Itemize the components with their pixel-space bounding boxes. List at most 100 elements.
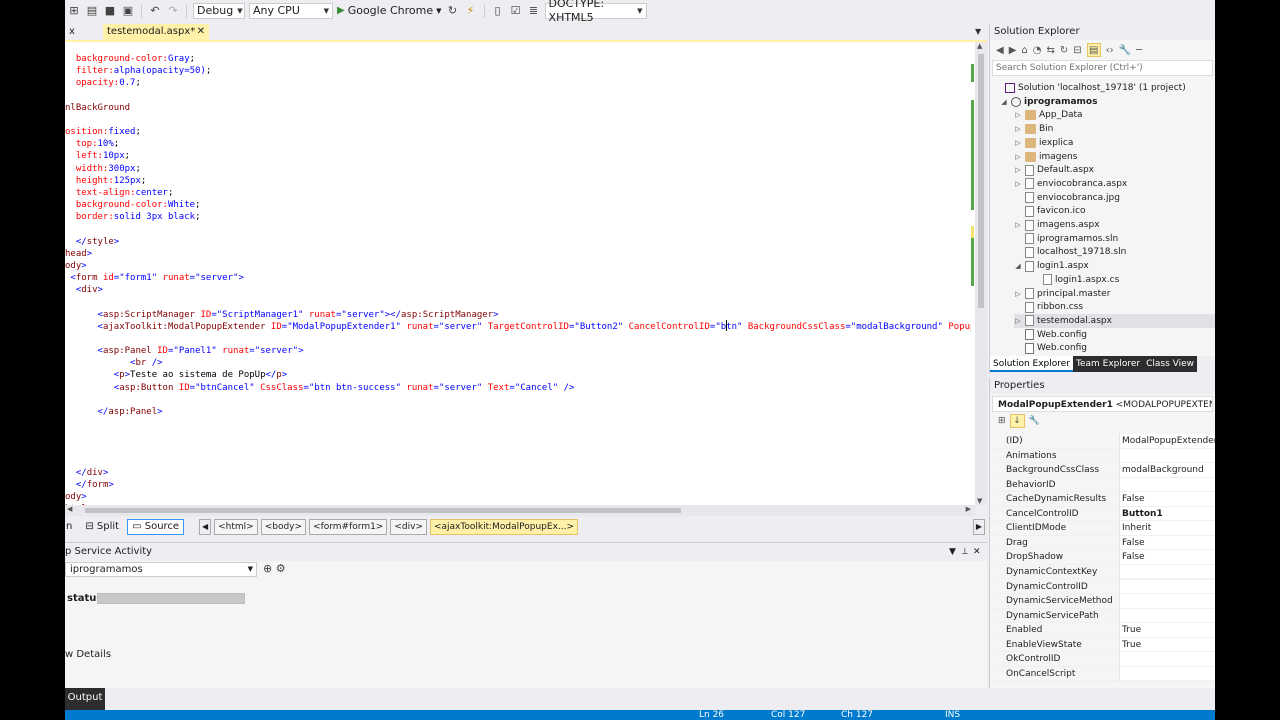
configuration-select[interactable]: Debug ▼ [193, 2, 245, 19]
expand-toggle-icon[interactable]: ▷ [1014, 218, 1022, 232]
property-row[interactable]: DropShadow False [990, 550, 1215, 565]
properties-icon[interactable]: 🔧 [1119, 45, 1131, 56]
home-icon[interactable]: ⌂ [1021, 45, 1027, 56]
redo-icon[interactable]: ↷ [166, 4, 180, 18]
property-row[interactable]: DynamicContextKey [990, 564, 1215, 580]
tab-output[interactable]: Output [65, 688, 105, 708]
property-row[interactable]: BackgroundCssClass modalBackground [990, 463, 1215, 478]
property-value[interactable]: ModalPopupExtender1 [1120, 434, 1215, 449]
save-icon[interactable]: ■ [103, 4, 117, 18]
tree-item[interactable]: login1.aspx.cs [1032, 273, 1119, 287]
project-select[interactable]: iprogramamos ▼ [65, 562, 257, 577]
property-value[interactable] [1120, 448, 1215, 464]
tree-item[interactable]: enviocobranca.jpg [1014, 191, 1120, 205]
property-value[interactable]: False [1120, 492, 1215, 507]
breadcrumb-div[interactable]: <div> [390, 519, 427, 535]
tree-item[interactable]: Web.config [1014, 341, 1087, 355]
preview-icon[interactable]: ─ [1136, 45, 1142, 56]
scroll-right-icon[interactable]: ▶ [966, 505, 971, 513]
tree-item[interactable]: favicon.ico [1014, 204, 1086, 218]
source-view-button[interactable]: ▭ Source [127, 519, 185, 535]
tab-previous-document[interactable]: x [65, 24, 79, 40]
tree-item[interactable]: iprogramamos.sln [1014, 232, 1118, 246]
property-pages-icon[interactable]: 🔧 [1029, 416, 1040, 426]
tree-item[interactable]: ▷ testemodal.aspx [1014, 313, 1215, 328]
expand-toggle-icon[interactable]: ◢ [1014, 259, 1022, 273]
property-row[interactable]: CancelControlID Button1 [990, 506, 1215, 522]
window-menu-icon[interactable]: ▼ [949, 543, 956, 561]
design-view-button[interactable]: n [65, 519, 77, 535]
tree-item[interactable]: Web.config [1014, 328, 1087, 342]
code-editor[interactable]: background-color:Gray; filter:alpha(opac… [65, 42, 971, 505]
browse-icon[interactable]: ⊕ [263, 562, 272, 575]
property-row[interactable]: DynamicServiceMethod [990, 594, 1215, 609]
show-all-files-icon[interactable]: ▤ [1086, 43, 1101, 57]
property-value[interactable]: modalBackground [1120, 463, 1215, 478]
property-value[interactable]: True [1120, 637, 1215, 653]
expand-toggle-icon[interactable]: ▷ [1014, 136, 1022, 150]
history-icon[interactable]: ◔ [1033, 45, 1042, 56]
collapse-all-icon[interactable]: ⊟ [1073, 45, 1081, 56]
undo-icon[interactable]: ↶ [148, 4, 162, 18]
refresh-icon[interactable]: ↻ [446, 4, 460, 18]
expand-toggle-icon[interactable]: ▷ [1014, 314, 1022, 328]
property-value[interactable] [1120, 564, 1215, 580]
expand-toggle-icon[interactable]: ▷ [1014, 108, 1022, 122]
property-value[interactable] [1120, 608, 1215, 624]
view-details-link[interactable]: w Details [65, 649, 111, 660]
expand-toggle-icon[interactable]: ▷ [1014, 287, 1022, 301]
expand-toggle-icon[interactable]: ◢ [1000, 95, 1008, 109]
pin-icon[interactable]: ⊥ [961, 543, 969, 561]
close-icon[interactable]: ✕ [973, 543, 981, 561]
tab-solution-explorer[interactable]: Solution Explorer [990, 356, 1073, 372]
breadcrumb-forward-icon[interactable]: ▶ [973, 519, 985, 535]
property-value[interactable] [1120, 579, 1215, 594]
property-row[interactable]: DynamicServicePath [990, 608, 1215, 624]
tab-testemodal[interactable]: testemodal.aspx* ✕ [103, 24, 209, 40]
tree-item[interactable]: Solution 'localhost_19718' (1 project) [994, 81, 1186, 95]
alphabetical-icon[interactable]: ↓ [1009, 414, 1025, 428]
tree-item[interactable]: ribbon.css [1014, 300, 1083, 314]
property-value[interactable]: Button1 [1120, 506, 1215, 522]
property-row[interactable]: EnableViewState True [990, 637, 1215, 653]
property-value[interactable]: True [1120, 623, 1215, 638]
back-icon[interactable]: ◀ [996, 45, 1004, 56]
tree-item[interactable]: ▷ iexplica [1014, 136, 1073, 150]
tab-class-view[interactable]: Class View [1143, 356, 1198, 372]
doctype-select[interactable]: DOCTYPE: XHTML5 ▼ [544, 0, 647, 24]
expand-toggle-icon[interactable]: ▷ [1014, 122, 1022, 136]
expand-toggle-icon[interactable]: ▷ [1014, 163, 1022, 177]
tree-item[interactable]: ▷ App_Data [1014, 108, 1083, 122]
property-value[interactable] [1120, 477, 1215, 493]
expand-toggle-icon[interactable]: ▷ [1014, 177, 1022, 191]
forward-icon[interactable]: ▶ [1009, 45, 1017, 56]
run-browser-button[interactable]: ▶ Google Chrome ▼ [337, 4, 442, 17]
categorized-icon[interactable]: ⊞ [998, 416, 1006, 426]
editor-vertical-scrollbar[interactable]: ▲ ▼ [975, 42, 987, 505]
split-view-button[interactable]: ⊟ Split [80, 519, 124, 535]
tab-list-dropdown-icon[interactable]: ▼ [975, 27, 981, 36]
property-row[interactable]: DynamicControlID [990, 579, 1215, 594]
open-file-icon[interactable]: ▤ [85, 4, 99, 18]
checklist-icon[interactable]: ☑ [509, 4, 523, 18]
tree-item[interactable]: ▷ imagens.aspx [1014, 218, 1100, 232]
tree-item[interactable]: ◢ iprogramamos [1000, 95, 1097, 109]
property-row[interactable]: Drag False [990, 535, 1215, 551]
close-icon[interactable]: ✕ [197, 24, 205, 40]
expand-toggle-icon[interactable]: ▷ [1014, 150, 1022, 164]
object-selector[interactable]: ModalPopupExtender1 <MODALPOPUPEXTENDER> [992, 396, 1213, 412]
property-row[interactable]: (ID) ModalPopupExtender1 [990, 434, 1215, 449]
sync-icon[interactable]: ⇆ [1047, 45, 1055, 56]
tree-item[interactable]: ▷ imagens [1014, 150, 1077, 164]
new-project-icon[interactable]: ⊞ [67, 4, 81, 18]
breadcrumb-back-icon[interactable]: ◀ [199, 519, 212, 535]
tab-team-explorer[interactable]: Team Explorer [1073, 356, 1144, 372]
tree-item[interactable]: ▷ principal.master [1014, 287, 1110, 301]
tree-item[interactable]: ▷ enviocobranca.aspx [1014, 177, 1127, 191]
refresh-icon[interactable]: ↻ [1060, 45, 1068, 56]
breadcrumb-html[interactable]: <html> [214, 519, 258, 535]
property-value[interactable]: Inherit [1120, 521, 1215, 536]
platform-select[interactable]: Any CPU ▼ [249, 2, 333, 19]
scroll-left-icon[interactable]: ◀ [67, 505, 72, 513]
breadcrumb-form[interactable]: <form#form1> [309, 519, 388, 535]
